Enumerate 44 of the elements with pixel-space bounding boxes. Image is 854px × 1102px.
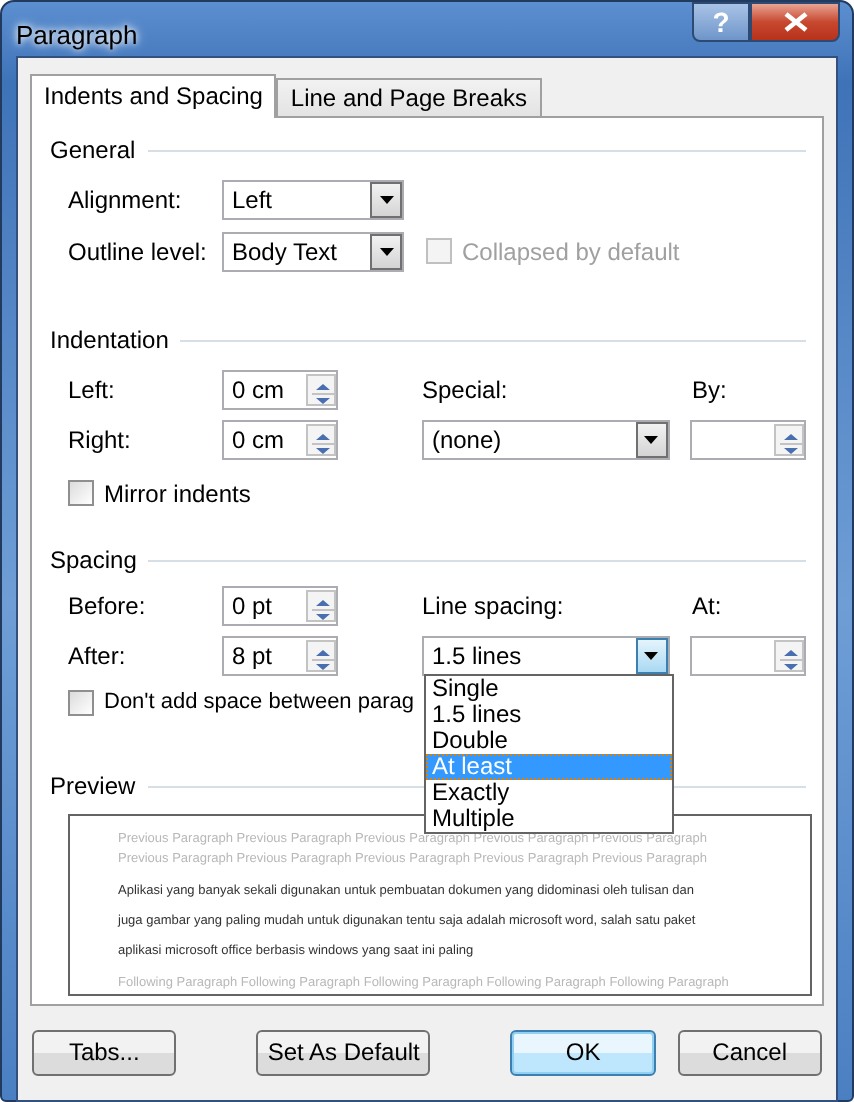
field-label: Alignment: [68, 183, 184, 217]
field-label: Before: [68, 589, 148, 623]
dropdown-option[interactable]: Exactly [425, 779, 672, 805]
field-label: Right: [68, 423, 133, 457]
checkbox-label: Don't add space between parag [104, 688, 414, 719]
tab[interactable]: Line and Page Breaks [276, 77, 542, 115]
group-title: Indentation [50, 324, 169, 358]
dropdown-option[interactable]: 1.5 lines [425, 701, 672, 727]
dropdown[interactable]: (none) [421, 419, 670, 459]
dropdown-option[interactable]: Single [425, 675, 672, 701]
close-button[interactable] [750, 2, 840, 42]
group-title: General [50, 134, 136, 168]
close-icon [783, 12, 807, 32]
group-title: Preview [50, 770, 136, 804]
dropdown-button[interactable] [370, 233, 402, 269]
dropdown[interactable]: Left [222, 179, 404, 219]
field-label: Special: [422, 373, 510, 407]
dropdown-option[interactable]: Double [425, 727, 672, 753]
field-label: Outline level: [68, 235, 209, 269]
field-label: At: [692, 589, 724, 623]
dialog-button[interactable]: OK [510, 1029, 656, 1075]
field-label: Line spacing: [422, 589, 566, 623]
tab[interactable]: Indents and Spacing [30, 73, 277, 117]
dropdown[interactable]: Body Text [222, 231, 404, 271]
dialog-button[interactable]: Tabs... [32, 1029, 177, 1075]
dropdown-button[interactable] [635, 421, 668, 457]
dropdown-button[interactable] [370, 181, 402, 217]
checkbox[interactable] [68, 690, 94, 716]
field-label: After: [68, 639, 128, 673]
caret-icon [644, 651, 659, 659]
dropdown-button[interactable] [635, 637, 668, 673]
window-title: Paragraph [16, 18, 138, 54]
checkbox[interactable] [68, 480, 94, 506]
checkbox-label: Collapsed by default [462, 235, 680, 269]
dropdown-option[interactable]: Multiple [425, 805, 672, 831]
group-title: Spacing [50, 544, 137, 578]
dialog-button[interactable]: Cancel [677, 1029, 822, 1075]
caret-icon [379, 247, 393, 255]
field-label: By: [692, 373, 729, 407]
dialog-button[interactable]: Set As Default [256, 1029, 431, 1075]
checkbox-label: Mirror indents [104, 477, 251, 511]
caret-icon [644, 435, 659, 443]
field-label: Left: [68, 373, 117, 407]
caret-icon [379, 195, 393, 203]
